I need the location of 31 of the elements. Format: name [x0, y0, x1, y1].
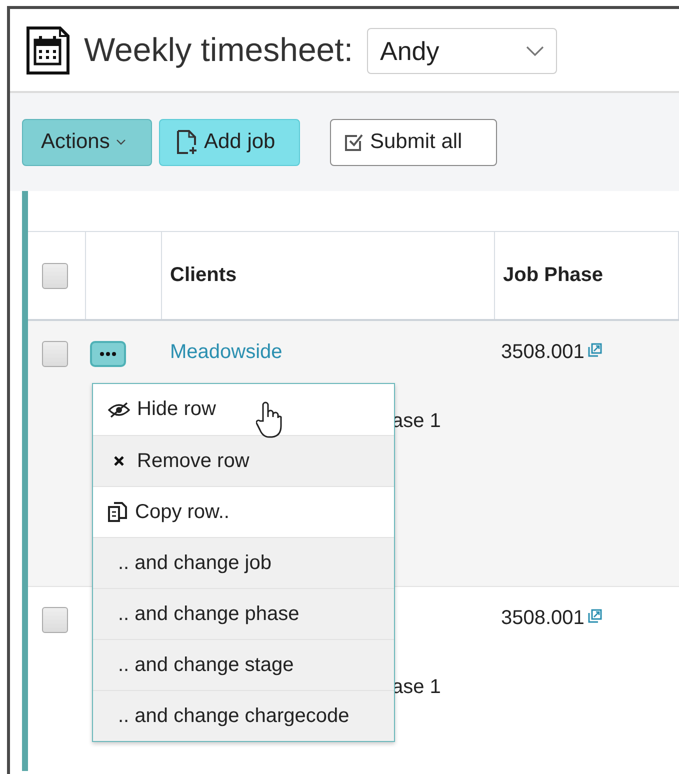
job-phase-code: 3508.001	[501, 607, 584, 630]
checkbox[interactable]	[42, 607, 68, 633]
person-select[interactable]: Andy	[367, 28, 557, 74]
column-header[interactable]: Job Phase	[495, 232, 679, 319]
menu-item[interactable]: .. and change job	[93, 537, 394, 588]
ellipsis-icon	[100, 352, 116, 356]
menu-item[interactable]: Remove row	[93, 435, 394, 486]
checkbox-icon	[344, 132, 364, 152]
checkbox[interactable]	[42, 341, 68, 367]
calendar-icon	[26, 25, 70, 75]
copy-icon	[107, 501, 129, 523]
menu-item[interactable]: Hide row	[93, 384, 394, 435]
hand-cursor-icon	[256, 401, 282, 439]
checkbox[interactable]	[42, 262, 68, 288]
add-job-button[interactable]: Add job	[159, 118, 300, 166]
close-icon	[113, 455, 125, 467]
external-link-icon[interactable]	[588, 343, 602, 357]
menu-item[interactable]: .. and change chargecode	[93, 690, 394, 741]
menu-item[interactable]: .. and change phase	[93, 588, 394, 639]
row-menu-button[interactable]	[90, 341, 126, 367]
actions-button[interactable]: Actions	[22, 118, 152, 166]
caret-icon	[116, 139, 126, 145]
page-title: Weekly timesheet:	[84, 31, 353, 69]
external-link-icon[interactable]	[588, 609, 602, 623]
crossed-eye-icon	[107, 402, 131, 418]
column-header[interactable]: Clients	[162, 232, 495, 319]
chevron-down-icon	[526, 46, 544, 56]
job-phase-code: 3508.001	[501, 341, 584, 364]
add-document-icon	[176, 129, 198, 155]
submit-all-button[interactable]: Submit all	[330, 118, 497, 166]
menu-item[interactable]: .. and change stage	[93, 639, 394, 690]
